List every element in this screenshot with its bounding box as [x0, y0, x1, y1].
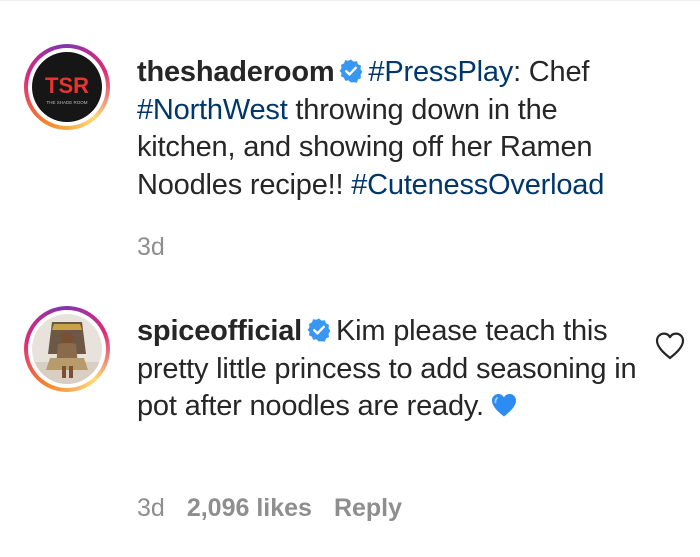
caption-meta: 3d [137, 233, 187, 262]
timestamp[interactable]: 3d [137, 233, 165, 261]
verified-badge-icon [306, 317, 332, 343]
like-heart-icon[interactable] [654, 331, 686, 361]
caption-text-part: : Chef [513, 56, 590, 88]
hashtag-link-pressplay[interactable]: #PressPlay [368, 56, 513, 88]
reply-button[interactable]: Reply [334, 494, 402, 522]
caption-text: theshaderoom #PressPlay: Chef #NorthWest … [137, 54, 637, 204]
top-divider [0, 0, 700, 1]
spiceofficial-avatar-image [32, 314, 102, 384]
blue-heart-emoji-icon [490, 392, 518, 418]
comment-text: spiceofficial Kim please teach this prett… [137, 313, 637, 426]
hashtag-link-cutenessoverload[interactable]: #CutenessOverload [351, 169, 604, 201]
username-link[interactable]: theshaderoom [137, 56, 335, 88]
hashtag-link-northwest[interactable]: #NorthWest [137, 94, 288, 126]
comment-meta: 3d 2,096 likes Reply [137, 494, 424, 523]
username-link[interactable]: spiceofficial [137, 315, 302, 347]
avatar-logo-subtext: THE SHADE ROOM [46, 100, 87, 105]
avatar[interactable] [24, 306, 110, 392]
likes-count-button[interactable]: 2,096 likes [187, 494, 312, 522]
avatar[interactable]: TSR THE SHADE ROOM [24, 44, 110, 130]
avatar-logo-text: TSR [45, 73, 89, 98]
theshaderoom-avatar-image: TSR THE SHADE ROOM [32, 52, 102, 122]
timestamp[interactable]: 3d [137, 494, 165, 522]
verified-badge-icon [338, 58, 364, 84]
